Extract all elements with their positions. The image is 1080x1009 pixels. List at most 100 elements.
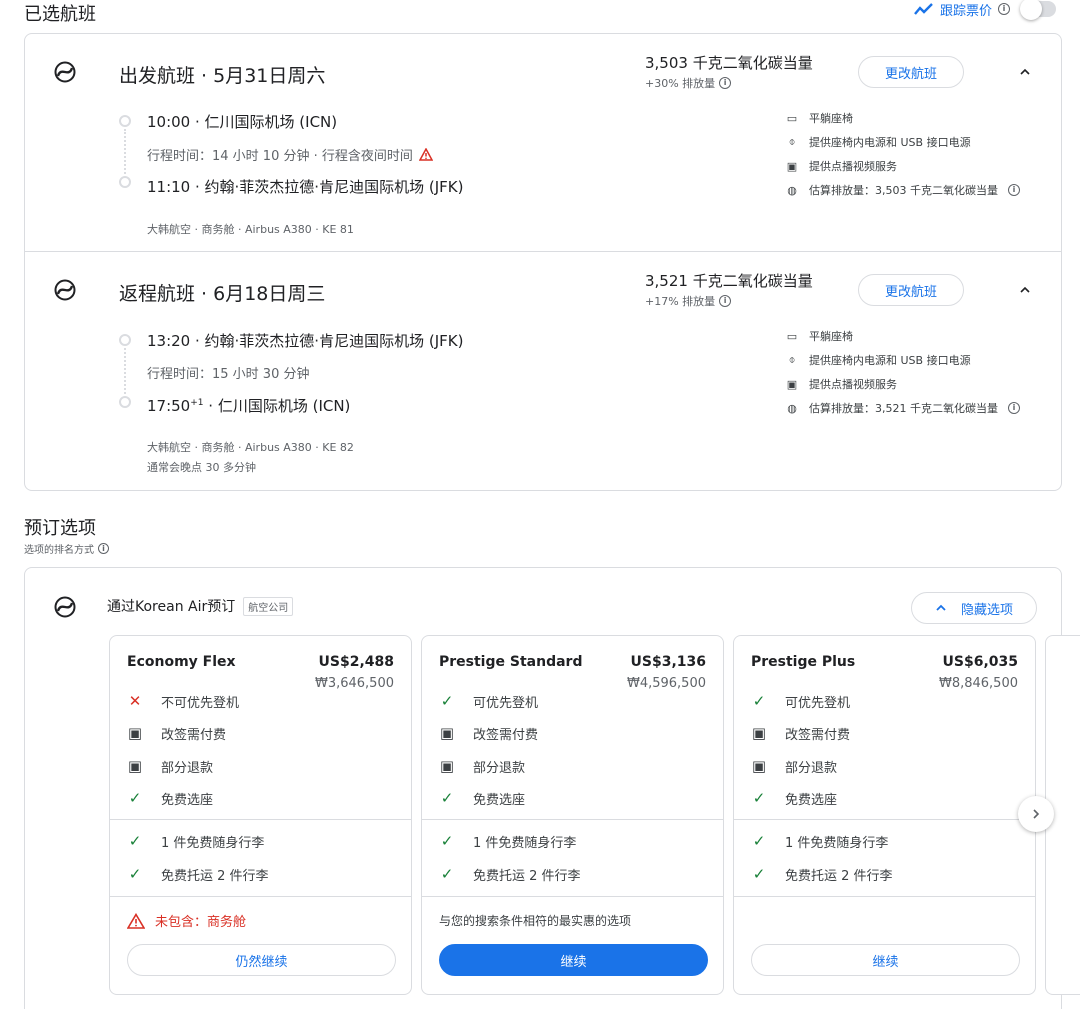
amenity-text: 估算排放量：3,521 千克二氧化碳当量 bbox=[809, 402, 998, 415]
outbound-arrival: 11:10 · 约翰·菲茨杰拉德·肯尼迪国际机场 (JFK) bbox=[147, 178, 464, 196]
fare-divider bbox=[110, 819, 411, 820]
money-icon: ▣ bbox=[127, 756, 143, 775]
trend-icon bbox=[914, 3, 933, 15]
outbound-duration: 行程时间：14 小时 10 分钟 · 行程含夜间时间 bbox=[147, 145, 433, 164]
track-prices[interactable]: 跟踪票价 i bbox=[914, 0, 1056, 20]
return-delay-note: 通常会晚点 30 多分钟 bbox=[147, 461, 256, 474]
feature-text: 免费选座 bbox=[473, 792, 526, 808]
info-icon[interactable]: i bbox=[98, 543, 109, 554]
plug-icon: ⌽ bbox=[788, 353, 796, 366]
amenity-text: 提供点播视频服务 bbox=[809, 378, 897, 391]
check-icon: ✓ bbox=[752, 831, 766, 850]
return-departure: 13:20 · 约翰·菲茨杰拉德·肯尼迪国际机场 (JFK) bbox=[147, 332, 464, 350]
collapse-chevron-up-icon[interactable] bbox=[1019, 284, 1031, 296]
feature-change-fee: ▣ 改签需付费 bbox=[751, 723, 850, 743]
feature-text: 1 件免费随身行李 bbox=[161, 835, 265, 851]
money-icon: ▣ bbox=[439, 756, 455, 775]
return-title: 返程航班 · 6月18日周三 bbox=[119, 283, 326, 305]
feature-change-fee: ▣ 改签需付费 bbox=[439, 723, 538, 743]
change-outbound-button[interactable]: 更改航班 bbox=[858, 56, 964, 88]
arrival-dot bbox=[119, 396, 131, 408]
outbound-amenities: ▭ 平躺座椅 ⌽ 提供座椅内电源和 USB 接口电源 ▣ 提供点播视频服务 ◍ 估算排放… bbox=[785, 106, 1020, 202]
continue-anyway-button[interactable]: 仍然继续 bbox=[127, 944, 396, 976]
amenity-video: ▣ 提供点播视频服务 bbox=[785, 372, 1020, 396]
feature-text: 免费托运 2 件行李 bbox=[473, 868, 581, 884]
continue-button[interactable]: 继续 bbox=[751, 944, 1020, 976]
amenity-text: 平躺座椅 bbox=[809, 330, 853, 343]
flight-divider bbox=[25, 251, 1061, 252]
feature-text: 免费选座 bbox=[161, 792, 214, 808]
hide-options-button[interactable]: 隐藏选项 bbox=[911, 592, 1037, 624]
globe-icon: ◍ bbox=[787, 183, 797, 197]
check-icon: ✓ bbox=[440, 788, 454, 807]
feature-text: 可优先登机 bbox=[473, 695, 539, 711]
duration-text: 行程时间：15 小时 30 分钟 bbox=[147, 367, 310, 382]
video-icon: ▣ bbox=[786, 159, 798, 173]
money-icon: ▣ bbox=[751, 756, 767, 775]
amenity-flat-seat: ▭ 平躺座椅 bbox=[785, 324, 1020, 348]
check-icon: ✓ bbox=[440, 864, 454, 883]
flat-seat-icon: ▭ bbox=[786, 111, 798, 125]
check-icon: ✓ bbox=[440, 831, 454, 850]
feature-text: 改签需付费 bbox=[161, 727, 227, 743]
amenity-emissions: ◍ 估算排放量：3,503 千克二氧化碳当量 i bbox=[785, 178, 1020, 202]
fare-price-krw: ₩3,646,500 bbox=[314, 676, 394, 691]
booking-options-title: 预订选项 bbox=[24, 518, 96, 539]
amenity-text: 估算排放量：3,503 千克二氧化碳当量 bbox=[809, 184, 998, 197]
ranking-label: 选项的排名方式 bbox=[24, 545, 94, 556]
track-prices-toggle[interactable] bbox=[1020, 0, 1056, 20]
amenity-emissions: ◍ 估算排放量：3,521 千克二氧化碳当量 i bbox=[785, 396, 1020, 420]
feature-seat-selection: ✓ 免费选座 bbox=[751, 788, 837, 808]
fare-divider bbox=[734, 819, 1035, 820]
feature-text: 免费托运 2 件行李 bbox=[161, 868, 269, 884]
arrival-dot bbox=[119, 176, 131, 188]
fare-name: Prestige Plus bbox=[751, 654, 856, 670]
x-icon: ✕ bbox=[128, 691, 142, 710]
fare-price-krw: ₩8,846,500 bbox=[938, 676, 1018, 691]
feature-text: 免费选座 bbox=[785, 792, 838, 808]
outbound-meta: 大韩航空 · 商务舱 · Airbus A380 · KE 81 bbox=[147, 223, 354, 236]
money-icon: ▣ bbox=[439, 723, 455, 742]
flat-seat-icon: ▭ bbox=[786, 329, 798, 343]
outbound-co2: 3,503 千克二氧化碳当量 bbox=[645, 54, 813, 72]
chevron-up-icon bbox=[936, 604, 946, 611]
not-included-note: 未包含：商务舱 bbox=[127, 911, 246, 930]
globe-icon: ◍ bbox=[787, 401, 797, 415]
collapse-chevron-up-icon[interactable] bbox=[1019, 66, 1031, 78]
feature-text: 改签需付费 bbox=[473, 727, 539, 743]
fare-card-economy-flex: Economy Flex US$2,488 ₩3,646,500 ✕ 不可优先登机… bbox=[109, 635, 412, 995]
info-icon[interactable]: i bbox=[998, 3, 1010, 15]
feature-text: 1 件免费随身行李 bbox=[785, 835, 889, 851]
arrival-time: 17:50 bbox=[147, 397, 191, 415]
info-icon[interactable]: i bbox=[1008, 402, 1020, 414]
fare-price-usd: US$6,035 bbox=[942, 654, 1018, 670]
provider-name: 通过Korean Air预订 bbox=[107, 599, 236, 615]
continue-button[interactable]: 继续 bbox=[439, 944, 708, 976]
feature-priority-boarding: ✓ 可优先登机 bbox=[439, 691, 538, 711]
airline-logo-icon bbox=[54, 596, 76, 618]
return-amenities: ▭ 平躺座椅 ⌽ 提供座椅内电源和 USB 接口电源 ▣ 提供点播视频服务 ◍ 估算排放… bbox=[785, 324, 1020, 420]
check-icon: ✓ bbox=[440, 691, 454, 710]
info-icon[interactable]: i bbox=[719, 77, 732, 89]
change-return-button[interactable]: 更改航班 bbox=[858, 274, 964, 306]
fare-divider bbox=[110, 896, 411, 897]
feature-text: 1 件免费随身行李 bbox=[473, 835, 577, 851]
outbound-departure: 10:00 · 仁川国际机场 (ICN) bbox=[147, 113, 338, 131]
feature-checked-bags: ✓ 免费托运 2 件行李 bbox=[751, 864, 893, 884]
feature-carry-on: ✓ 1 件免费随身行李 bbox=[439, 831, 577, 851]
feature-text: 部分退款 bbox=[785, 760, 838, 776]
selected-flights-card: 出发航班 · 5月31日周六 3,503 千克二氧化碳当量 +30% 排放量 i… bbox=[24, 33, 1062, 491]
info-icon[interactable]: i bbox=[719, 295, 732, 307]
outbound-co2-delta: +30% 排放量 i bbox=[645, 75, 732, 91]
feature-refund: ▣ 部分退款 bbox=[127, 756, 213, 776]
next-fares-button[interactable] bbox=[1018, 796, 1054, 832]
amenity-text: 提供点播视频服务 bbox=[809, 160, 897, 173]
return-meta: 大韩航空 · 商务舱 · Airbus A380 · KE 82 bbox=[147, 441, 354, 454]
feature-seat-selection: ✓ 免费选座 bbox=[439, 788, 525, 808]
ranking-method[interactable]: 选项的排名方式 i bbox=[24, 541, 109, 556]
check-icon: ✓ bbox=[752, 788, 766, 807]
feature-checked-bags: ✓ 免费托运 2 件行李 bbox=[439, 864, 581, 884]
return-co2-delta: +17% 排放量 i bbox=[645, 293, 732, 309]
info-icon[interactable]: i bbox=[1008, 184, 1020, 196]
feature-text: 改签需付费 bbox=[785, 727, 851, 743]
